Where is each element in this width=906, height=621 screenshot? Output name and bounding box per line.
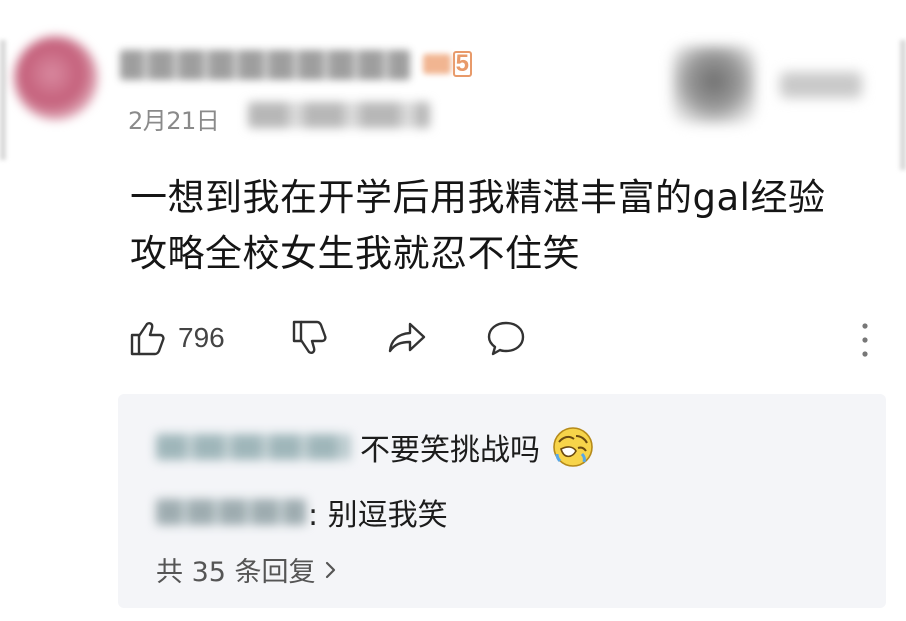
reply-item-2[interactable]: : 别逗我笑: [156, 490, 448, 534]
reply-text-2: : 别逗我笑: [308, 498, 448, 533]
like-button[interactable]: 796: [128, 316, 225, 360]
level-badge: 5: [420, 50, 472, 78]
chevron-right-icon: [325, 561, 335, 578]
username-blurred[interactable]: [120, 50, 410, 80]
comment-content: 一想到我在开学后用我精湛丰富的gal经验 攻略全校女生我就忍不住笑: [130, 170, 880, 282]
reply-preview-box[interactable]: 不要笑挑战吗 : 别逗我笑 共 35 条回复: [118, 394, 886, 608]
comment-button[interactable]: [485, 316, 527, 360]
laughing-emoji-icon: [553, 427, 593, 467]
level-badge-bar: [422, 54, 451, 74]
comment-icon: [487, 321, 525, 356]
share-icon: [388, 322, 426, 353]
more-icon[interactable]: [858, 318, 872, 362]
thumbs-down-icon: [292, 320, 327, 354]
reply-item-1[interactable]: 不要笑挑战吗: [156, 424, 596, 470]
comment-line-2: 攻略全校女生我就忍不住笑: [130, 232, 580, 275]
reply-author-blurred[interactable]: [156, 434, 350, 460]
left-edge-fragment: [0, 40, 6, 160]
reply-text-1: 不要笑挑战吗: [360, 433, 540, 468]
view-all-replies-link[interactable]: 共 35 条回复: [156, 550, 338, 589]
comment-date: 2月21日: [128, 107, 220, 135]
reply-count-label: 共 35 条回复: [156, 557, 316, 588]
thumbs-up-icon: [130, 322, 165, 356]
follow-avatar[interactable]: [672, 46, 756, 124]
share-button[interactable]: [386, 316, 428, 360]
dislike-button[interactable]: [290, 316, 330, 360]
follow-text-blurred[interactable]: [780, 72, 862, 98]
level-number: 5: [452, 51, 472, 77]
right-edge-fragment: [900, 40, 906, 170]
like-count: 796: [178, 322, 225, 353]
avatar[interactable]: [14, 36, 98, 120]
comment-line-1: 一想到我在开学后用我精湛丰富的gal经验: [130, 176, 826, 219]
reply-author-blurred[interactable]: [156, 499, 306, 525]
meta-blurred: [248, 102, 430, 128]
